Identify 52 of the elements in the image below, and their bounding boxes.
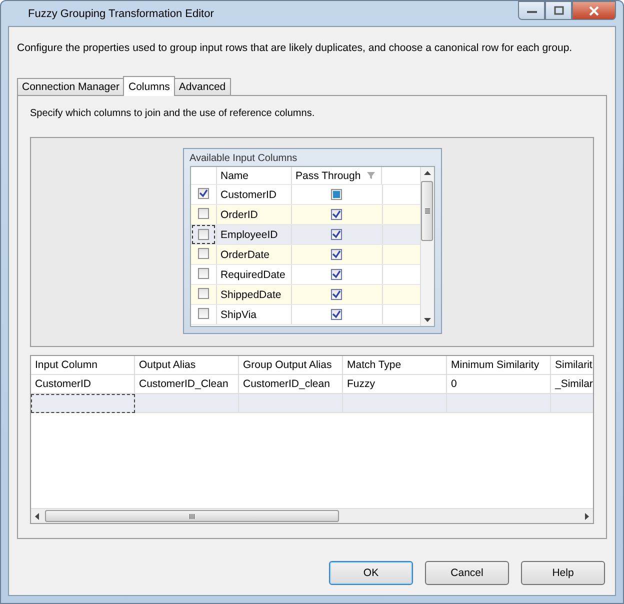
dialog-button[interactable]: OK <box>329 561 413 585</box>
checkbox[interactable] <box>331 249 342 260</box>
checkbox[interactable] <box>198 288 208 298</box>
tab[interactable]: Columns <box>123 76 175 96</box>
scroll-down-icon[interactable] <box>424 318 430 322</box>
window-title: Fuzzy Grouping Transformation Editor <box>28 8 214 20</box>
column-name: CustomerID <box>216 185 292 204</box>
column-header[interactable]: Input Column <box>31 356 135 375</box>
checkbox[interactable] <box>198 308 208 318</box>
column-header[interactable]: Similarit <box>551 356 593 375</box>
instruction-text: Specify which columns to join and the use of reference columns. <box>30 108 316 119</box>
description-text: Configure the properties used to group input rows that are likely duplicates, and choose a canonical row for each group. <box>17 42 572 54</box>
horizontal-scrollbar[interactable] <box>31 508 593 523</box>
new-row-cell[interactable] <box>31 394 135 413</box>
checkbox[interactable] <box>198 268 208 278</box>
dialog-button[interactable]: Help <box>521 561 605 585</box>
column-name: RequiredDate <box>216 265 292 284</box>
checkbox[interactable] <box>198 248 208 258</box>
tab[interactable]: Advanced <box>174 78 231 95</box>
column-name: ShipVia <box>216 305 292 324</box>
minimize-button[interactable] <box>518 1 545 20</box>
column-header[interactable]: Minimum Similarity <box>447 356 551 375</box>
scroll-right-icon[interactable] <box>585 512 589 520</box>
tab[interactable]: Connection Manager <box>17 78 124 95</box>
scroll-up-icon[interactable] <box>424 171 430 175</box>
column-name: ShippedDate <box>216 285 292 304</box>
checkbox[interactable] <box>331 309 342 320</box>
column-header[interactable]: Output Alias <box>135 356 239 375</box>
vertical-scrollbar[interactable] <box>420 167 434 326</box>
checkbox[interactable] <box>331 229 342 240</box>
grip-icon <box>189 514 195 518</box>
column-name: OrderDate <box>216 245 292 264</box>
box-title: Available Input Columns <box>190 153 298 164</box>
column-header[interactable]: Name <box>216 167 292 184</box>
column-header[interactable]: Match Type <box>343 356 447 375</box>
checkbox[interactable] <box>331 289 342 300</box>
close-button[interactable] <box>572 1 616 20</box>
grip-icon <box>424 208 430 214</box>
scroll-left-icon[interactable] <box>35 512 39 520</box>
dialog-button[interactable]: Cancel <box>425 561 509 585</box>
maximize-button[interactable] <box>545 1 572 20</box>
column-name: OrderID <box>216 205 292 224</box>
column-header[interactable]: Group Output Alias <box>239 356 343 375</box>
checkbox[interactable] <box>331 209 342 220</box>
maximize-icon <box>554 6 564 15</box>
column-header[interactable]: Pass Through <box>296 170 361 182</box>
checkbox[interactable] <box>198 208 208 218</box>
checkbox[interactable] <box>331 269 342 280</box>
checkbox[interactable] <box>198 188 208 199</box>
column-name: EmployeeID <box>216 225 292 244</box>
close-icon <box>589 6 599 16</box>
checkbox[interactable] <box>198 229 208 240</box>
